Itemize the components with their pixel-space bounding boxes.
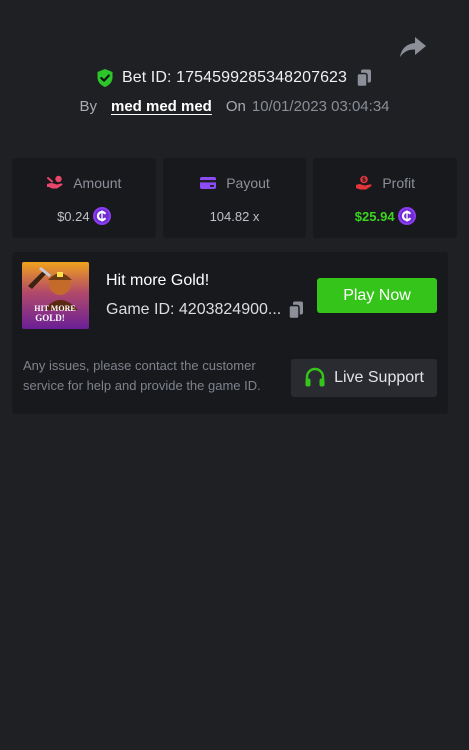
profit-value: $25.94 [354,208,395,224]
profit-value-row: $25.94 [355,206,416,226]
play-now-button[interactable]: Play Now [317,278,437,313]
stat-profit: $ Profit $25.94 [313,158,458,238]
payout-value-row: 104.82 x [210,206,260,226]
svg-text:$: $ [362,177,366,184]
thumbnail-title-line-1: HIT MORE [34,304,75,313]
on-label: On [225,98,246,115]
thumbnail-title-line-2: GOLD! [35,313,65,323]
amount-value: $0.24 [57,208,90,224]
headset-icon [304,367,326,389]
card-icon [199,175,217,191]
payout-label: Payout [226,175,270,191]
stat-amount: Amount $0.24 [12,158,156,238]
payout-value: 104.82 x [209,208,260,224]
stat-payout: Payout 104.82 x [162,158,307,238]
hand-coins-icon [46,175,64,191]
game-card: HIT MORE GOLD! Hit more Gold! Game ID: 4… [12,252,448,414]
copy-game-id-icon[interactable] [287,300,305,320]
username-link[interactable]: med med med [111,98,212,115]
verified-shield-icon [96,68,114,88]
share-icon[interactable] [399,35,427,59]
bet-id-text: Bet ID: 1754599285348207623 [121,69,348,86]
coin-icon [397,207,416,225]
by-label: By [79,98,97,115]
copy-bet-id-icon[interactable] [355,68,373,88]
hand-money-icon: $ [355,175,373,191]
profit-label: Profit [382,175,416,191]
game-thumbnail[interactable]: HIT MORE GOLD! [22,262,89,329]
amount-value-row: $0.24 [57,206,111,226]
amount-label: Amount [73,175,122,191]
bet-datetime: 10/01/2023 03:04:34 [251,98,390,115]
bet-meta-row: By med med med On 10/01/2023 03:04:34 [0,98,469,115]
bet-id-row: Bet ID: 1754599285348207623 [0,68,469,88]
support-note: Any issues, please contact the customer … [23,358,261,393]
bet-stats: Amount $0.24 Payout 104.82 x $ Profit $2… [12,158,458,238]
coin-icon [92,207,111,225]
game-id-text: Game ID: 4203824900... [106,301,282,318]
game-title: Hit more Gold! [106,272,210,289]
game-id-row: Game ID: 4203824900... [106,300,305,320]
live-support-button[interactable]: Live Support [291,359,437,397]
live-support-label: Live Support [334,369,424,386]
